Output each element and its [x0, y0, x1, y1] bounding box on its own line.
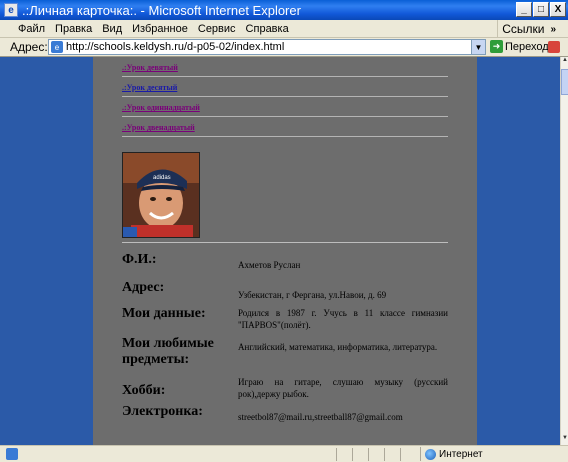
profile-label: Мои данные:	[122, 306, 206, 321]
window-controls: _ □ X	[516, 2, 566, 17]
lesson-link-11[interactable]: .:Урок одиннадцатый	[122, 97, 448, 117]
page-column: .:Урок девятый .:Урок десятый .:Урок оди…	[93, 57, 477, 445]
toolbar-extra-icon[interactable]	[548, 41, 560, 53]
address-url[interactable]: http://schools.keldysh.ru/d-p05-02/index…	[66, 41, 284, 53]
page-icon: e	[51, 41, 63, 53]
profile-label: Мои любимые предметы:	[122, 336, 214, 367]
status-panel	[336, 448, 352, 461]
profile-photo: adidas	[122, 152, 200, 238]
go-button[interactable]: ➜ Переход	[490, 40, 549, 53]
close-button[interactable]: X	[550, 2, 566, 17]
menu-file[interactable]: Файл	[0, 23, 50, 35]
profile-label: Электронка:	[122, 404, 203, 419]
page-status-icon	[6, 448, 18, 460]
profile-label: Адрес:	[122, 280, 165, 295]
status-bar: Интернет	[0, 445, 568, 462]
scroll-thumb[interactable]	[561, 69, 568, 95]
profile-row-address: Адрес: Узбекистан, г Фергана, ул.Навои, …	[122, 280, 448, 306]
vertical-scrollbar[interactable]: ▲ ▼	[560, 57, 568, 445]
lesson-link-9[interactable]: .:Урок девятый	[122, 57, 448, 77]
chevron-down-icon[interactable]: ▼	[471, 40, 485, 54]
page-viewport: .:Урок девятый .:Урок десятый .:Урок оди…	[0, 57, 560, 445]
profile-value: Английский, математика, информатика, лит…	[238, 342, 438, 352]
security-zone: Интернет	[420, 447, 483, 461]
profile-value: Играю на гитаре, слушаю музыку (русский …	[238, 377, 448, 399]
status-panel	[352, 448, 368, 461]
menu-favorites[interactable]: Избранное	[127, 23, 193, 35]
window-title: .:Личная карточка:. - Microsoft Internet…	[22, 2, 301, 18]
minimize-button[interactable]: _	[516, 2, 532, 17]
chevron-right-icon[interactable]: »	[550, 24, 556, 35]
profile-row-hobby: Хобби: Играю на гитаре, слушаю музыку (р…	[122, 376, 448, 402]
profile-value: streetbol87@mail.ru,streetball87@gmail.c…	[238, 412, 403, 422]
globe-icon	[425, 448, 436, 460]
profile-row-name: Ф.И.: Ахметов Руслан	[122, 249, 448, 280]
window-title-bar: e .:Личная карточка:. - Microsoft Intern…	[0, 0, 568, 20]
address-label: Адрес:	[10, 40, 48, 54]
divider	[122, 242, 448, 243]
links-toolbar[interactable]: Ссылки »	[497, 20, 556, 38]
profile-label: Ф.И.:	[122, 252, 157, 267]
status-panel	[368, 448, 384, 461]
go-arrow-icon: ➜	[490, 40, 503, 53]
ie-icon: e	[4, 3, 18, 17]
profile-row-data: Мои данные: Родился в 1987 г. Учусь в 11…	[122, 306, 448, 336]
menu-view[interactable]: Вид	[97, 23, 127, 35]
profile-row-subjects: Мои любимые предметы: Английский, матема…	[122, 336, 448, 376]
address-bar: Адрес: e http://schools.keldysh.ru/d-p05…	[0, 38, 568, 57]
maximize-button[interactable]: □	[533, 2, 549, 17]
profile-value: Ахметов Руслан	[238, 260, 301, 270]
status-panel	[400, 448, 416, 461]
menu-edit[interactable]: Правка	[50, 23, 97, 35]
menu-tools[interactable]: Сервис	[193, 23, 241, 35]
scroll-down-icon[interactable]: ▼	[561, 435, 568, 445]
profile-value: Родился в 1987 г. Учусь в 11 классе гимн…	[238, 308, 448, 330]
zone-label: Интернет	[439, 448, 483, 460]
address-input[interactable]: e http://schools.keldysh.ru/d-p05-02/ind…	[48, 39, 486, 55]
profile-label: Хобби:	[122, 383, 166, 398]
scroll-up-icon[interactable]: ▲	[561, 57, 568, 67]
status-panels	[336, 448, 416, 461]
lesson-link-12[interactable]: .:Урок двенадцатый	[122, 117, 448, 137]
status-panel	[384, 448, 400, 461]
profile-table: Ф.И.: Ахметов Руслан Адрес: Узбекистан, …	[122, 249, 448, 430]
profile-row-email: Электронка: streetbol87@mail.ru,streetba…	[122, 402, 448, 430]
svg-text:adidas: adidas	[153, 175, 171, 181]
links-label: Ссылки	[502, 22, 545, 36]
go-label: Переход	[505, 40, 549, 53]
profile-value: Узбекистан, г Фергана, ул.Навои, д. 69	[238, 290, 387, 300]
page-content: .:Урок девятый .:Урок десятый .:Урок оди…	[122, 57, 448, 430]
menu-bar: Файл Правка Вид Избранное Сервис Справка…	[0, 20, 568, 38]
menu-help[interactable]: Справка	[241, 23, 294, 35]
lesson-link-10[interactable]: .:Урок десятый	[122, 77, 448, 97]
